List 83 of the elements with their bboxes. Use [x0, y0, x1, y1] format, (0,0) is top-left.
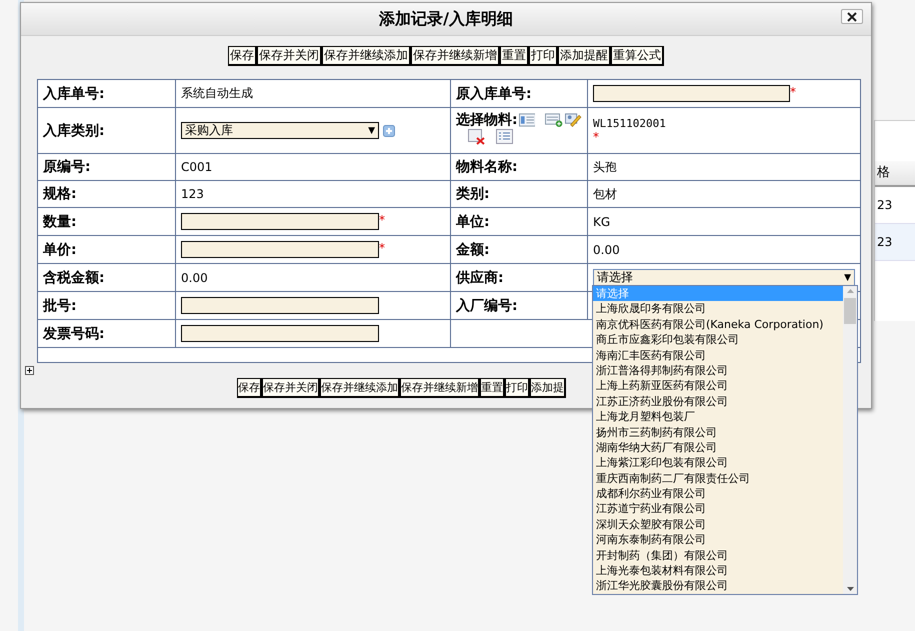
dropdown-option[interactable]: 江苏正济药业股份有限公司: [593, 394, 843, 410]
dropdown-option[interactable]: 上海龙月塑料包装厂: [593, 409, 843, 425]
dropdown-option[interactable]: 成都利尔药业有限公司: [593, 486, 843, 502]
field-label: 入库单号:: [43, 84, 105, 102]
toolbar-button[interactable]: 保存并继续添加: [322, 46, 411, 66]
field-label: 发票号码:: [43, 324, 105, 342]
details-icon[interactable]: [496, 129, 514, 145]
input-field[interactable]: [181, 241, 379, 258]
field-label: 原入库单号:: [456, 84, 532, 102]
dropdown-option[interactable]: 重庆西南制药二厂有限责任公司: [593, 470, 843, 486]
scrollbar-thumb[interactable]: [844, 298, 856, 324]
scrollbar[interactable]: [843, 286, 857, 594]
dropdown-option[interactable]: 浙江华光胶囊股份有限公司: [593, 578, 843, 594]
toolbar-button[interactable]: 打印: [505, 378, 530, 398]
field-value: 123: [181, 187, 204, 201]
required-mark: *: [593, 130, 599, 144]
required-mark: *: [790, 85, 796, 99]
edit-icon[interactable]: [565, 112, 582, 128]
dropdown-option[interactable]: 上海光泰包装材料有限公司: [593, 563, 843, 578]
field-label: 供应商:: [456, 268, 504, 286]
toolbar-button[interactable]: 保存并继续新增: [400, 378, 480, 398]
dropdown-option[interactable]: 上海紫江彩印包装有限公司: [593, 455, 843, 471]
field-label: 入厂编号:: [456, 296, 518, 314]
toolbar-button[interactable]: 保存并继续添加: [320, 378, 400, 398]
toolbar-button[interactable]: 重置: [500, 46, 529, 66]
field-label: 入库类别:: [43, 122, 105, 140]
field-label: 单价:: [43, 240, 77, 258]
material-code: WL151102001: [593, 117, 667, 130]
toolbar-button[interactable]: 保存: [237, 378, 262, 398]
dropdown-option[interactable]: 扬州市三药制药有限公司: [593, 424, 843, 440]
input-field[interactable]: [181, 297, 379, 314]
toolbar-button[interactable]: 保存: [228, 46, 257, 66]
input-field[interactable]: [181, 325, 379, 342]
field-label: 规格:: [43, 185, 77, 203]
field-value: KG: [593, 214, 610, 228]
dropdown-option[interactable]: 河南东泰制药有限公司: [593, 532, 843, 548]
field-label: 原编号:: [43, 158, 91, 176]
field-label: 类别:: [456, 185, 490, 203]
input-field[interactable]: [593, 85, 790, 102]
toolbar-button[interactable]: 保存并关闭: [257, 46, 322, 66]
toolbar-button[interactable]: 打印: [529, 46, 558, 66]
field-value: 包材: [593, 186, 617, 200]
category-select[interactable]: 采购入库 ▼: [181, 122, 379, 139]
dropdown-option[interactable]: 上海上药新亚医药有限公司: [593, 378, 843, 394]
field-label: 物料名称:: [456, 158, 518, 176]
window-title: 添加记录/入库明细: [379, 8, 513, 30]
field-value: C001: [181, 160, 212, 174]
add-icon[interactable]: [383, 124, 395, 136]
table-cell: 23: [875, 224, 915, 261]
add-table-icon[interactable]: [545, 112, 564, 128]
supplier-select[interactable]: 请选择 ▼: [593, 268, 855, 286]
dropdown-option[interactable]: 深圳天众塑胶有限公司: [593, 516, 843, 532]
required-mark: *: [379, 213, 385, 227]
close-icon: [847, 12, 857, 22]
list-icon[interactable]: [518, 113, 536, 127]
field-value: 头孢: [593, 160, 617, 174]
close-button[interactable]: [841, 9, 863, 24]
dropdown-option[interactable]: 湖南华纳大药厂有限公司: [593, 440, 843, 456]
toolbar-button[interactable]: 添加提: [530, 378, 566, 398]
dropdown-option[interactable]: 江苏道宁药业有限公司: [593, 501, 843, 517]
dropdown-option[interactable]: 浙江普洛得邦制药有限公司: [593, 362, 843, 378]
toolbar-button[interactable]: 重算公式: [611, 46, 664, 66]
dropdown-option[interactable]: 开封制药（集团）有限公司: [593, 548, 843, 564]
field-value: 0.00: [593, 242, 620, 256]
toolbar-button[interactable]: 重置: [480, 378, 505, 398]
field-label: 选择物料:: [456, 111, 518, 129]
field-value: 0.00: [181, 270, 208, 284]
field-label: 批号:: [43, 296, 77, 314]
field-label: 数量:: [43, 212, 77, 230]
delete-icon[interactable]: [468, 129, 486, 145]
required-mark: *: [379, 241, 385, 255]
toolbar-button[interactable]: 保存并关闭: [262, 378, 320, 398]
expand-icon[interactable]: [25, 366, 34, 375]
dropdown-option[interactable]: 南京优科医药有限公司(Kaneka Corporation): [593, 316, 843, 332]
dropdown-option[interactable]: 商丘市应鑫彩印包装有限公司: [593, 332, 843, 348]
field-label: 含税金额:: [43, 268, 105, 286]
toolbar-button[interactable]: 添加提醒: [558, 46, 611, 66]
field-label: 单位:: [456, 212, 490, 230]
column-header: 格: [875, 161, 915, 187]
toolbar-button[interactable]: 保存并继续新增: [411, 46, 500, 66]
input-field[interactable]: [181, 213, 379, 230]
field-label: 金额:: [456, 240, 490, 258]
field-value: 系统自动生成: [181, 86, 253, 100]
